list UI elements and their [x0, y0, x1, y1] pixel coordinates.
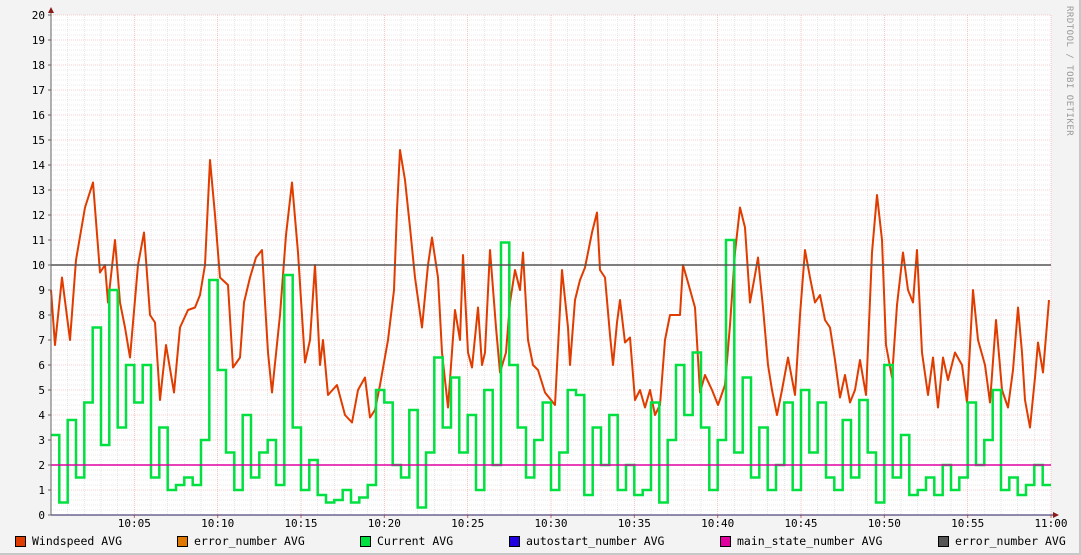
legend-item-windspeed: Windspeed AVG [15, 534, 122, 548]
x-tick-label: 10:30 [534, 517, 567, 530]
x-tick-label: 10:05 [118, 517, 151, 530]
rrd-graph: 0 1 2 3 4 5 6 7 8 9 10 11 12 13 14 15 16 17 18 19 20 10:05 10:… [0, 0, 1081, 555]
y-tick-label: 2 [38, 459, 45, 472]
x-tick-label: 10:55 [951, 517, 984, 530]
legend-swatch [177, 535, 188, 547]
y-tick-label: 1 [38, 484, 45, 497]
y-tick-label: 19 [32, 34, 45, 47]
x-tick-label: 10:15 [284, 517, 317, 530]
legend-swatch [509, 535, 520, 547]
x-tick-label: 10:20 [368, 517, 401, 530]
legend-label: error_number AVG [955, 534, 1066, 548]
y-tick-label: 20 [32, 9, 45, 22]
legend-item-main-state-number: main_state_number AVG [720, 534, 882, 548]
y-tick-label: 16 [32, 109, 45, 122]
y-tick-label: 5 [38, 384, 45, 397]
y-tick-label: 9 [38, 284, 45, 297]
x-tick-label: 10:10 [201, 517, 234, 530]
legend-label: Windspeed AVG [32, 534, 123, 548]
legend-label: autostart_number AVG [526, 534, 665, 548]
y-tick-label: 7 [38, 334, 45, 347]
x-tick-label: 11:00 [1034, 517, 1067, 530]
y-tick-label: 0 [38, 509, 45, 522]
legend-swatch [15, 535, 26, 547]
y-tick-label: 17 [32, 84, 45, 97]
x-tick-label: 10:50 [868, 517, 901, 530]
x-tick-label: 10:40 [701, 517, 734, 530]
y-tick-label: 14 [32, 159, 46, 172]
legend-item-error-number-2: error_number AVG [938, 534, 1066, 548]
legend-swatch [360, 535, 371, 547]
watermark: RRDTOOL / TOBI OETIKER [1064, 6, 1074, 137]
legend-label: main_state_number AVG [737, 534, 883, 548]
y-tick-label: 4 [38, 409, 45, 422]
y-tick-label: 8 [38, 309, 45, 322]
y-tick-label: 6 [38, 359, 45, 372]
y-tick-label: 18 [32, 59, 45, 72]
legend-label: error_number AVG [194, 534, 305, 548]
legend-swatch [720, 535, 731, 547]
legend-swatch [938, 535, 949, 547]
y-tick-label: 12 [32, 209, 45, 222]
chart-canvas: 0123456789101112131415161718192010:05 10:… [32, 7, 1068, 530]
legend-item-error-number: error_number AVG [177, 534, 305, 548]
legend-item-autostart-number: autostart_number AVG [509, 534, 664, 548]
legend: Windspeed AVG error_number AVG Current A… [0, 534, 1081, 550]
y-tick-label: 11 [32, 234, 45, 247]
x-tick-label: 10:35 [618, 517, 651, 530]
legend-label: Current AVG [377, 534, 454, 548]
y-axis-arrow-icon [48, 7, 54, 13]
y-tick-label: 3 [38, 434, 45, 447]
legend-item-current: Current AVG [360, 534, 453, 548]
x-tick-label: 10:25 [451, 517, 484, 530]
x-tick-label: 10:45 [784, 517, 817, 530]
y-tick-label: 10 [32, 259, 45, 272]
y-tick-label: 15 [32, 134, 45, 147]
y-tick-label: 13 [32, 184, 45, 197]
